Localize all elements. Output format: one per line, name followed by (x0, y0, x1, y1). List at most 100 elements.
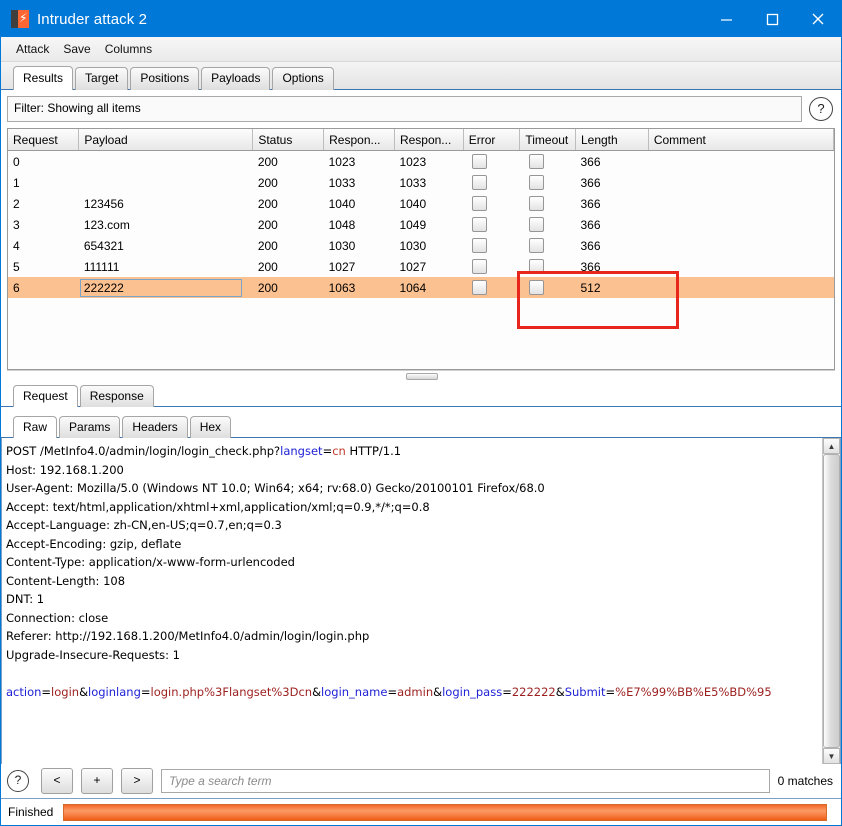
table-row[interactable]: 4 654321 200 1030 1030 366 (8, 235, 834, 256)
cell-timeout[interactable] (520, 235, 576, 256)
cell-status: 200 (252, 277, 324, 298)
search-input[interactable]: Type a search term (161, 769, 770, 793)
scroll-up-arrow-icon[interactable]: ▲ (823, 438, 840, 454)
cell-response-received: 1048 (328, 217, 356, 232)
cell-error[interactable] (463, 151, 520, 173)
cell-length: 366 (580, 154, 601, 169)
maximize-button[interactable] (749, 1, 795, 37)
column-header-response-received[interactable]: Respon... (323, 129, 395, 151)
column-header-status[interactable]: Status (252, 129, 325, 151)
tab-options[interactable]: Options (272, 67, 334, 90)
minimize-button[interactable] (703, 1, 749, 37)
tab-hex[interactable]: Hex (189, 416, 232, 438)
tab-request[interactable]: Request (13, 385, 78, 407)
results-table: Request Payload Status Respon... Respon.… (8, 129, 834, 298)
cell-timeout[interactable] (520, 193, 576, 214)
checkbox-icon[interactable] (528, 175, 544, 191)
tab-results[interactable]: Results (13, 66, 74, 90)
tab-payloads[interactable]: Payloads (201, 67, 271, 90)
cell-status: 200 (257, 175, 278, 190)
status-bar: Finished (1, 798, 841, 825)
splitter-grip[interactable] (406, 373, 438, 380)
cell-comment (648, 256, 833, 277)
checkbox-icon[interactable] (528, 154, 544, 170)
help-icon[interactable]: ? (809, 97, 833, 121)
scroll-down-arrow-icon[interactable]: ▼ (823, 748, 840, 764)
cell-response-received: 1033 (328, 175, 356, 190)
checkbox-icon[interactable] (528, 280, 544, 296)
cell-payload (79, 172, 253, 193)
tab-params[interactable]: Params (59, 416, 121, 438)
cell-response-completed: 1064 (394, 277, 464, 298)
panel-splitter[interactable] (1, 370, 841, 382)
column-header-request[interactable]: Request (8, 129, 80, 151)
cell-status: 200 (257, 196, 278, 211)
checkbox-icon[interactable] (472, 196, 488, 212)
menu-item-columns[interactable]: Columns (99, 40, 158, 58)
cell-timeout[interactable] (520, 151, 576, 173)
request-editor-scrollbar[interactable]: ▲ ▼ (822, 438, 840, 764)
cell-request: 5 (13, 259, 20, 274)
cell-payload: 111111 (83, 259, 120, 274)
checkbox-icon[interactable] (472, 175, 488, 191)
tab-response[interactable]: Response (79, 385, 154, 407)
cell-status: 200 (257, 217, 278, 232)
checkbox-icon[interactable] (472, 154, 488, 170)
checkbox-icon[interactable] (528, 196, 544, 212)
filter-bar[interactable]: Filter: Showing all items (7, 96, 802, 122)
search-add-button[interactable]: + (81, 768, 113, 794)
table-row[interactable]: 5 111111 200 1027 1027 366 (8, 256, 834, 277)
request-header-line: Connection: close (6, 610, 109, 625)
table-row[interactable]: 1 200 1033 1033 366 (8, 172, 834, 193)
checkbox-icon[interactable] (472, 238, 488, 254)
checkbox-icon[interactable] (528, 238, 544, 254)
cell-timeout[interactable] (519, 277, 576, 298)
column-header-length[interactable]: Length (575, 129, 649, 151)
table-row[interactable]: 6 222222 200 1063 1064 512 (8, 277, 834, 298)
tab-headers[interactable]: Headers (122, 416, 188, 438)
search-help-icon[interactable]: ? (7, 770, 29, 792)
request-raw-editor[interactable]: POST /MetInfo4.0/admin/login/login_check… (2, 438, 822, 764)
cell-comment (648, 172, 833, 193)
cell-error[interactable] (463, 277, 520, 298)
column-header-timeout[interactable]: Timeout (519, 129, 576, 151)
menu-item-save[interactable]: Save (57, 40, 96, 58)
tab-positions[interactable]: Positions (130, 67, 200, 90)
column-header-comment[interactable]: Comment (648, 129, 834, 151)
column-header-payload[interactable]: Payload (78, 129, 254, 151)
tab-raw[interactable]: Raw (13, 416, 58, 438)
cell-response-received: 1040 (328, 196, 356, 211)
table-row[interactable]: 3 123.com 200 1048 1049 366 (8, 214, 834, 235)
tab-target[interactable]: Target (75, 67, 129, 90)
cell-error[interactable] (463, 193, 520, 214)
cell-timeout[interactable] (520, 172, 576, 193)
table-row[interactable]: 2 123456 200 1040 1040 366 (8, 193, 834, 214)
cell-timeout[interactable] (520, 214, 576, 235)
cell-comment (648, 151, 833, 173)
cell-payload: 123.com (83, 217, 130, 232)
column-header-response-completed[interactable]: Respon... (394, 129, 464, 151)
column-header-error[interactable]: Error (463, 129, 521, 151)
results-table-container: Request Payload Status Respon... Respon.… (7, 128, 835, 370)
menu-item-attack[interactable]: Attack (10, 40, 55, 58)
close-button[interactable] (795, 1, 841, 37)
cell-timeout[interactable] (520, 256, 576, 277)
checkbox-icon[interactable] (528, 259, 544, 275)
cell-error[interactable] (463, 214, 520, 235)
checkbox-icon[interactable] (472, 259, 488, 275)
cell-error[interactable] (463, 172, 520, 193)
checkbox-icon[interactable] (472, 217, 488, 233)
cell-error[interactable] (463, 256, 520, 277)
view-tab-strip: Raw Params Headers Hex (1, 413, 841, 438)
request-header-line: Accept-Language: zh-CN,en-US;q=0.7,en;q=… (6, 518, 282, 532)
cell-response-completed: 1040 (399, 196, 427, 211)
checkbox-icon[interactable] (528, 217, 544, 233)
table-row[interactable]: 0 200 1023 1023 366 (8, 151, 834, 173)
search-next-button[interactable]: > (121, 768, 153, 794)
checkbox-icon[interactable] (472, 280, 488, 296)
scrollbar-thumb[interactable] (823, 454, 840, 748)
cell-response-completed: 1030 (399, 238, 427, 253)
cell-error[interactable] (463, 235, 520, 256)
search-prev-button[interactable]: < (41, 768, 73, 794)
window-controls (703, 1, 841, 37)
